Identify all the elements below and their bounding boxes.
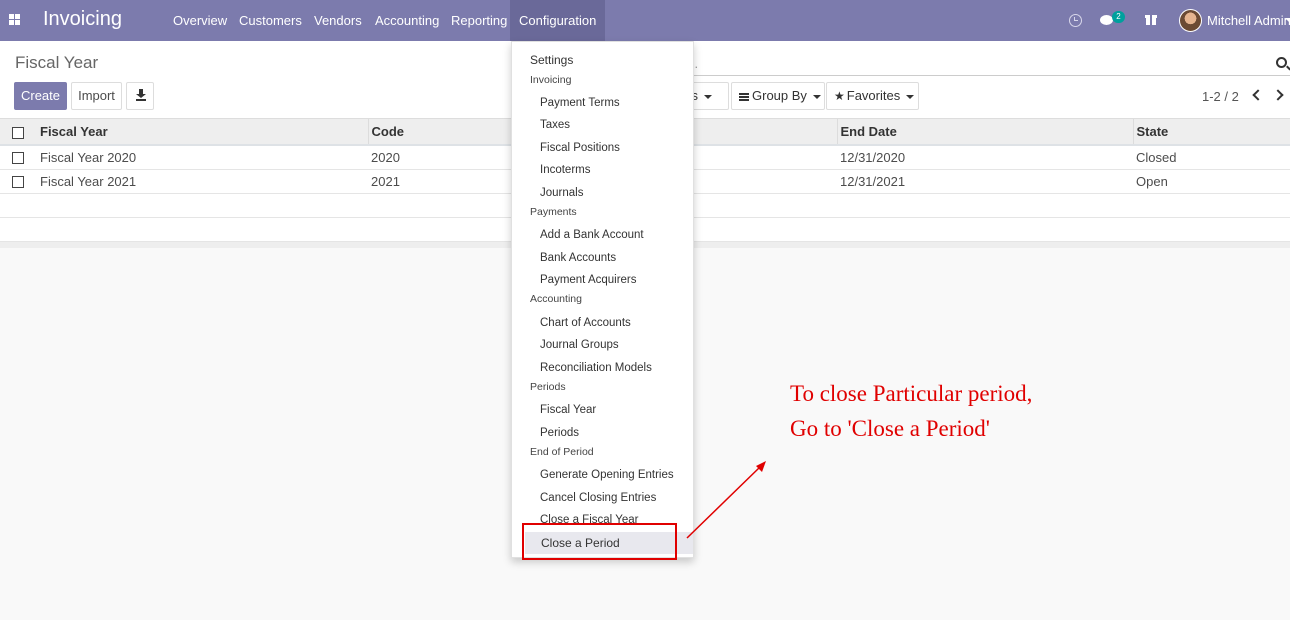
- annotation-arrow: [686, 461, 766, 539]
- annotation-line-1: To close Particular period,: [790, 381, 1033, 406]
- annotation-line-2: Go to 'Close a Period': [790, 416, 990, 441]
- annotation-text: To close Particular period, Go to 'Close…: [790, 376, 1032, 446]
